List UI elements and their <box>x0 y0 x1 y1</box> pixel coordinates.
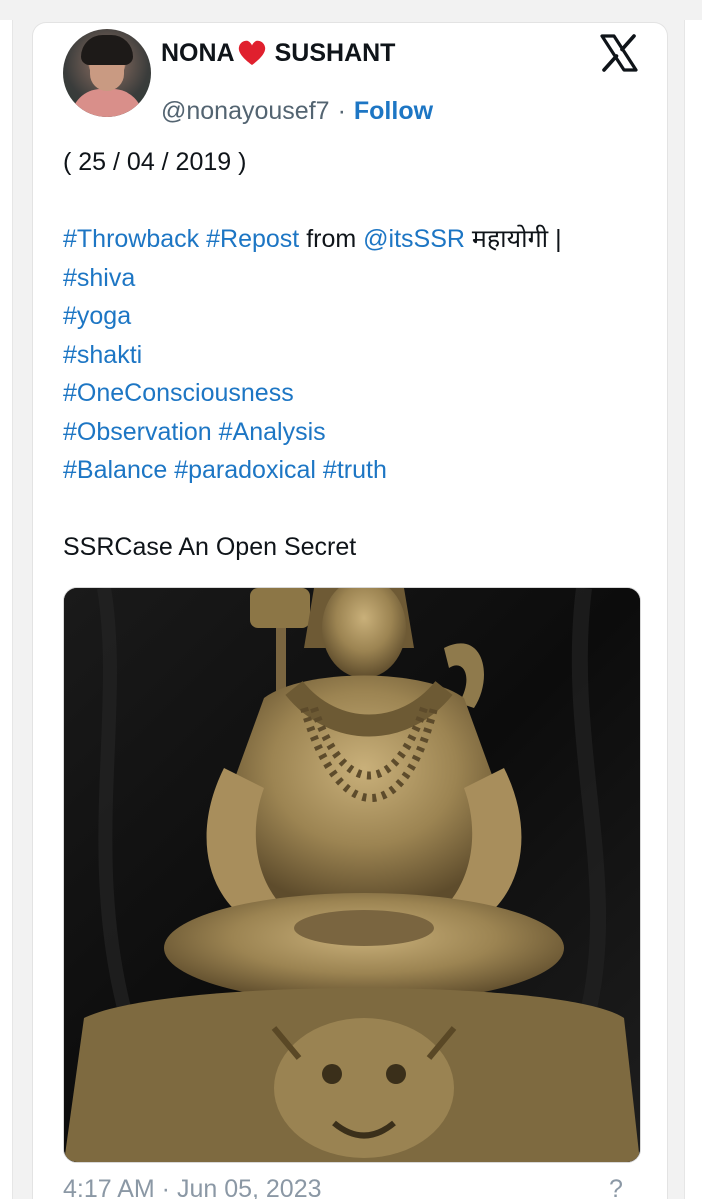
avatar[interactable] <box>63 29 151 117</box>
hashtag-paradoxical[interactable]: #paradoxical <box>174 456 316 484</box>
author-name-part1: NONA <box>161 38 235 67</box>
tweet-line-1: #Throwback #Repost from @itsSSR महायोगी … <box>63 220 653 259</box>
tweet-timestamp[interactable]: 4:17 AM · Jun 05, 2023 <box>63 1175 322 1199</box>
hashtag-yoga[interactable]: #yoga <box>63 302 131 330</box>
hashtag-balance[interactable]: #Balance <box>63 456 167 484</box>
hashtag-oneconsciousness[interactable]: #OneConsciousness <box>63 379 294 407</box>
tweet-card[interactable]: NONA SUSHANT @nonayousef7 · Follow ( 25 … <box>32 22 668 1199</box>
author-name-part2: SUSHANT <box>274 38 396 67</box>
hashtag-repost[interactable]: #Repost <box>206 225 299 253</box>
avatar-hair <box>81 35 133 65</box>
closing-text: SSRCase An Open Secret <box>63 533 357 561</box>
hashtag-shakti-line: #shakti <box>63 336 653 375</box>
hashtag-shiva-line: #shiva <box>63 259 653 298</box>
hashtag-shiva[interactable]: #shiva <box>63 264 135 292</box>
tweet-body: ( 25 / 04 / 2019 ) #Throwback #Repost fr… <box>63 143 653 567</box>
hashtag-analysis[interactable]: #Analysis <box>219 418 326 446</box>
mention-itsssr[interactable]: @itsSSR <box>363 225 465 253</box>
left-gutter <box>0 20 13 1199</box>
word-from: from <box>306 225 357 253</box>
date-line: ( 25 / 04 / 2019 ) <box>63 148 247 176</box>
hashtag-yoga-line: #yoga <box>63 297 653 336</box>
author-handle[interactable]: @nonayousef7 <box>161 97 330 126</box>
info-icon-partial[interactable]: ? <box>609 1175 623 1199</box>
x-logo-icon[interactable] <box>599 33 639 73</box>
tweet-line-balance: #Balance #paradoxical #truth <box>63 451 653 490</box>
handle-row: @nonayousef7 · Follow <box>161 97 433 126</box>
author-name[interactable]: NONA SUSHANT <box>161 37 395 69</box>
tweet-media-image[interactable] <box>63 587 641 1163</box>
hashtag-oneconsciousness-line: #OneConsciousness <box>63 374 653 413</box>
hashtag-shakti[interactable]: #shakti <box>63 341 142 369</box>
hindi-text: महायोगी | <box>471 225 562 253</box>
top-strip <box>0 0 702 20</box>
red-heart-icon <box>238 40 265 65</box>
avatar-shirt <box>71 89 143 117</box>
separator-dot: · <box>337 97 346 125</box>
tweet-line-observation: #Observation #Analysis <box>63 413 653 452</box>
follow-button[interactable]: Follow <box>354 97 433 126</box>
hashtag-throwback[interactable]: #Throwback <box>63 225 199 253</box>
shiva-statue-image <box>64 588 640 1162</box>
hashtag-observation[interactable]: #Observation <box>63 418 212 446</box>
hashtag-truth[interactable]: #truth <box>323 456 387 484</box>
right-gutter <box>684 20 702 1199</box>
